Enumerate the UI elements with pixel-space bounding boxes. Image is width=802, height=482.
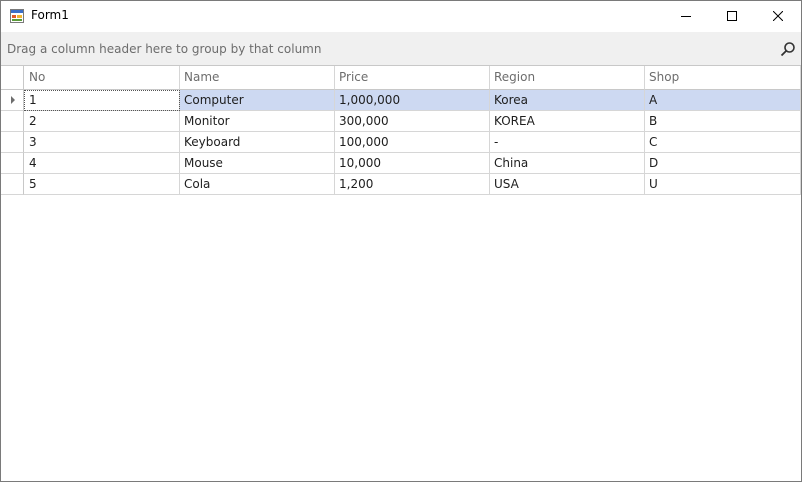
cell-no[interactable]: 3 xyxy=(24,132,180,153)
cell-shop[interactable]: A xyxy=(645,90,801,111)
cell-name[interactable]: Mouse xyxy=(180,153,335,174)
cell-region[interactable]: KOREA xyxy=(490,111,645,132)
minimize-button[interactable] xyxy=(663,1,709,31)
cell-region[interactable]: USA xyxy=(490,174,645,195)
cell-no[interactable]: 5 xyxy=(24,174,180,195)
cell-price[interactable]: 1,000,000 xyxy=(335,90,490,111)
table-row[interactable]: 1 Computer 1,000,000 Korea A xyxy=(1,90,801,111)
cell-region[interactable]: Korea xyxy=(490,90,645,111)
table-row[interactable]: 5 Cola 1,200 USA U xyxy=(1,174,801,195)
header-indicator-cell[interactable] xyxy=(1,66,24,90)
cell-name[interactable]: Monitor xyxy=(180,111,335,132)
cell-price[interactable]: 100,000 xyxy=(335,132,490,153)
table-row[interactable]: 3 Keyboard 100,000 - C xyxy=(1,132,801,153)
row-indicator[interactable] xyxy=(1,111,24,132)
cell-price[interactable]: 10,000 xyxy=(335,153,490,174)
cell-shop[interactable]: U xyxy=(645,174,801,195)
group-panel[interactable]: Drag a column header here to group by th… xyxy=(1,32,801,66)
window-title: Form1 xyxy=(31,8,69,22)
row-indicator[interactable] xyxy=(1,90,24,111)
cell-no[interactable]: 4 xyxy=(24,153,180,174)
column-header-region[interactable]: Region xyxy=(490,66,645,90)
cell-price[interactable]: 1,200 xyxy=(335,174,490,195)
cell-price[interactable]: 300,000 xyxy=(335,111,490,132)
column-header-name[interactable]: Name xyxy=(180,66,335,90)
cell-name[interactable]: Keyboard xyxy=(180,132,335,153)
app-window: Form1 Drag a column header here to group… xyxy=(0,0,802,482)
row-indicator[interactable] xyxy=(1,132,24,153)
cell-shop[interactable]: C xyxy=(645,132,801,153)
maximize-button[interactable] xyxy=(709,1,755,31)
cell-no[interactable]: 1 xyxy=(24,90,180,111)
column-header-shop[interactable]: Shop xyxy=(645,66,801,90)
row-indicator[interactable] xyxy=(1,174,24,195)
table-row[interactable]: 4 Mouse 10,000 China D xyxy=(1,153,801,174)
column-header-price[interactable]: Price xyxy=(335,66,490,90)
cell-region[interactable]: China xyxy=(490,153,645,174)
column-header-no[interactable]: No xyxy=(24,66,180,90)
maximize-icon xyxy=(727,11,737,21)
cell-region[interactable]: - xyxy=(490,132,645,153)
close-icon xyxy=(773,11,783,21)
title-bar[interactable]: Form1 xyxy=(1,1,801,31)
cell-shop[interactable]: B xyxy=(645,111,801,132)
table-row[interactable]: 2 Monitor 300,000 KOREA B xyxy=(1,111,801,132)
search-icon[interactable] xyxy=(780,41,796,57)
cell-no[interactable]: 2 xyxy=(24,111,180,132)
form-app-icon xyxy=(10,9,24,23)
group-panel-hint: Drag a column header here to group by th… xyxy=(7,42,322,56)
minimize-icon xyxy=(681,16,691,17)
data-grid: No Name Price Region Shop 1 Computer 1,0… xyxy=(1,66,801,195)
grid-header-row: No Name Price Region Shop xyxy=(1,66,801,90)
row-indicator[interactable] xyxy=(1,153,24,174)
close-button[interactable] xyxy=(755,1,801,31)
current-row-arrow-icon xyxy=(11,96,15,104)
cell-name[interactable]: Computer xyxy=(180,90,335,111)
cell-shop[interactable]: D xyxy=(645,153,801,174)
cell-name[interactable]: Cola xyxy=(180,174,335,195)
